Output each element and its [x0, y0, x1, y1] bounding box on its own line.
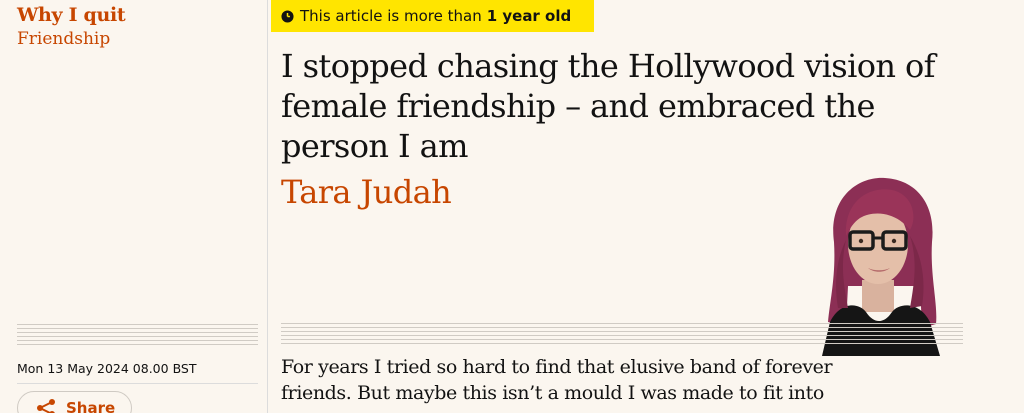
dateline: Mon 13 May 2024 08.00 BST: [17, 361, 197, 376]
divider: [17, 328, 258, 329]
divider: [17, 383, 258, 384]
divider: [281, 339, 963, 340]
clock-icon: [281, 9, 294, 23]
divider: [281, 343, 963, 344]
series-title[interactable]: Why I quit: [17, 4, 126, 26]
share-label: Share: [66, 399, 116, 413]
article-standfirst: For years I tried so hard to find that e…: [281, 356, 833, 404]
series-subtitle[interactable]: Friendship: [17, 29, 110, 49]
divider: [281, 327, 963, 328]
divider: [17, 340, 258, 341]
divider: [281, 331, 963, 332]
age-badge-emphasis: 1 year old: [486, 7, 572, 25]
left-column: Why I quit Friendship Mon 13 May 2024 08…: [0, 0, 268, 413]
divider: [17, 332, 258, 333]
byline[interactable]: Tara Judah: [281, 173, 452, 211]
article-age-badge: This article is more than 1 year old: [271, 0, 594, 32]
share-icon: [37, 399, 55, 413]
divider: [17, 336, 258, 337]
divider: [281, 335, 963, 336]
share-button[interactable]: Share: [17, 391, 132, 413]
article-headline: I stopped chasing the Hollywood vision o…: [281, 47, 935, 165]
divider: [281, 323, 963, 324]
divider: [17, 344, 258, 345]
age-badge-text: This article is more than: [300, 7, 482, 25]
divider: [17, 324, 258, 325]
author-portrait: [800, 176, 950, 356]
